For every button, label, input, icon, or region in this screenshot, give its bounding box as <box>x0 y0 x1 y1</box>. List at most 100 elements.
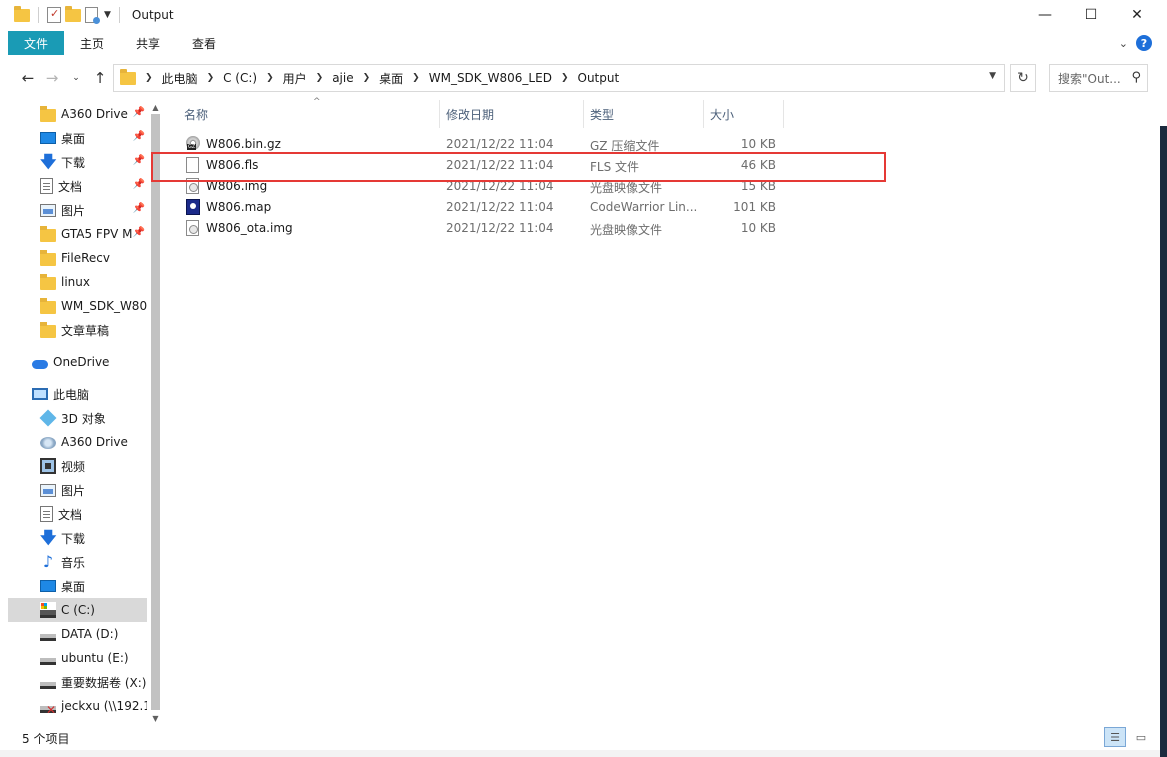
close-button[interactable]: ✕ <box>1114 0 1160 30</box>
file-row-ota-img[interactable]: W806_ota.img 2021/12/22 11:04 光盘映像文件 10 … <box>184 218 784 239</box>
music-icon: ♪ <box>42 552 54 571</box>
scroll-down-icon[interactable]: ▼ <box>148 711 163 725</box>
sidebar-item-linux[interactable]: linux <box>8 270 147 294</box>
chevron-right-icon[interactable]: ❯ <box>412 73 420 83</box>
pin-icon: 📌 <box>132 107 145 118</box>
sidebar-item-label: 文档 <box>58 179 83 194</box>
tab-home[interactable]: 主页 <box>64 31 120 55</box>
sidebar-item-c-drive[interactable]: C (C:) <box>8 598 147 622</box>
sidebar-item-desktop-pc[interactable]: 桌面 <box>8 574 147 598</box>
column-label: 名称 <box>184 107 209 122</box>
forward-button[interactable]: → <box>40 66 64 90</box>
sidebar-item-this-pc[interactable]: 此电脑 <box>8 382 147 406</box>
column-header-name[interactable]: 名称 ^ <box>178 97 440 128</box>
sidebar-item-downloads-pc[interactable]: 🡇 下载 <box>8 526 147 550</box>
scroll-thumb[interactable] <box>151 114 160 710</box>
address-dropdown-icon[interactable]: ▼ <box>989 71 996 81</box>
sidebar-item-label: linux <box>61 275 90 289</box>
tab-file[interactable]: 文件 <box>8 31 64 55</box>
sidebar-item-filerecv[interactable]: FileRecv <box>8 246 147 270</box>
new-folder-icon[interactable] <box>65 5 81 22</box>
sidebar-item-label: A360 Drive <box>61 107 128 121</box>
sidebar-item-network-drive[interactable]: jeckxu (\\192.1 <box>8 694 147 718</box>
minimize-button[interactable]: — <box>1022 0 1068 30</box>
sidebar-item-label: 下载 <box>61 155 86 170</box>
column-header-size[interactable]: 大小 <box>704 100 784 128</box>
sidebar-scrollbar[interactable]: ▲ ▼ <box>148 100 163 725</box>
address-bar[interactable]: ❯ 此电脑 ❯ C (C:) ❯ 用户 ❯ ajie ❯ 桌面 ❯ WM_SDK… <box>113 64 1005 92</box>
sidebar-item-label: OneDrive <box>53 355 110 369</box>
chevron-right-icon[interactable]: ❯ <box>363 73 371 83</box>
sidebar-item-d-drive[interactable]: DATA (D:) <box>8 622 147 646</box>
breadcrumb-desktop[interactable]: 桌面 <box>379 70 403 87</box>
sidebar-item-label: DATA (D:) <box>61 627 119 641</box>
folder-icon <box>40 321 56 338</box>
sidebar-item-music[interactable]: ♪ 音乐 <box>8 550 147 574</box>
sidebar-item-e-drive[interactable]: ubuntu (E:) <box>8 646 147 670</box>
desktop-icon <box>40 132 56 144</box>
scroll-up-icon[interactable]: ▲ <box>148 100 163 114</box>
sidebar-item-gta5-fpv[interactable]: GTA5 FPV M 📌 <box>8 222 147 246</box>
sidebar-item-drafts[interactable]: 文章草稿 <box>8 318 147 342</box>
sidebar-item-wm-sdk[interactable]: WM_SDK_W80 <box>8 294 147 318</box>
expand-ribbon-icon[interactable]: ⌄ <box>1119 37 1128 50</box>
sidebar-item-label: 文档 <box>58 507 83 522</box>
breadcrumb-ajie[interactable]: ajie <box>332 71 353 85</box>
sidebar-item-pictures-pc[interactable]: 图片 <box>8 478 147 502</box>
gz-archive-icon <box>186 136 200 150</box>
sidebar-item-documents-pc[interactable]: 文档 <box>8 502 147 526</box>
pin-icon: 📌 <box>132 179 145 190</box>
tab-share[interactable]: 共享 <box>120 31 176 55</box>
sidebar-item-label: ubuntu (E:) <box>61 651 129 665</box>
sidebar-item-documents[interactable]: 文档 📌 <box>8 174 147 198</box>
window-title: Output <box>131 8 174 22</box>
breadcrumb-output[interactable]: Output <box>578 71 620 85</box>
sidebar-item-videos[interactable]: 视频 <box>8 454 147 478</box>
chevron-right-icon[interactable]: ❯ <box>207 73 215 83</box>
file-name: W806.map <box>206 200 272 214</box>
file-name: W806.bin.gz <box>206 137 281 151</box>
refresh-button[interactable]: ↻ <box>1010 64 1036 92</box>
sidebar-item-a360-drive[interactable]: A360 Drive 📌 <box>8 102 147 126</box>
divider <box>118 7 120 23</box>
column-label: 大小 <box>710 107 735 122</box>
column-header-date[interactable]: 修改日期 <box>440 100 584 128</box>
help-icon[interactable]: ? <box>1136 35 1152 51</box>
recent-locations-chevron-icon[interactable]: ⌄ <box>64 66 88 90</box>
sidebar-item-label: 图片 <box>61 483 86 498</box>
file-row-map[interactable]: W806.map 2021/12/22 11:04 CodeWarrior Li… <box>184 197 784 218</box>
status-bar: 5 个项目 ☰ ▭ <box>0 726 1160 750</box>
new-item-icon[interactable] <box>85 7 100 24</box>
chevron-right-icon[interactable]: ❯ <box>561 73 569 83</box>
maximize-button[interactable]: ☐ <box>1068 0 1114 30</box>
sidebar-item-3d-objects[interactable]: 3D 对象 <box>8 406 147 430</box>
file-list: 名称 ^ 修改日期 类型 大小 W806.bin.gz 2021/12/22 1… <box>170 97 1130 725</box>
details-view-button[interactable]: ☰ <box>1104 727 1126 747</box>
sidebar-item-label: jeckxu (\\192.1 <box>61 699 147 713</box>
folder-icon <box>40 249 56 266</box>
sidebar-item-a360-drive-pc[interactable]: A360 Drive <box>8 430 147 454</box>
chevron-right-icon[interactable]: ❯ <box>266 73 274 83</box>
breadcrumb-this-pc[interactable]: 此电脑 <box>162 70 198 87</box>
column-header-type[interactable]: 类型 <box>584 100 704 128</box>
customize-dropdown-icon[interactable]: ▼ <box>104 10 111 20</box>
codewarrior-icon <box>186 199 200 215</box>
properties-icon[interactable] <box>47 7 61 23</box>
chevron-right-icon[interactable]: ❯ <box>316 73 324 83</box>
breadcrumb-c-drive[interactable]: C (C:) <box>223 71 257 85</box>
large-icons-view-button[interactable]: ▭ <box>1130 727 1152 747</box>
sidebar-item-onedrive[interactable]: OneDrive <box>8 350 147 374</box>
search-input[interactable]: 搜索"Out... ⚲ <box>1049 64 1148 92</box>
up-button[interactable]: ↑ <box>88 66 112 90</box>
sidebar-item-x-drive[interactable]: 重要数据卷 (X:) <box>8 670 147 694</box>
breadcrumb-sdk-folder[interactable]: WM_SDK_W806_LED <box>429 71 552 85</box>
tab-view[interactable]: 查看 <box>176 31 232 55</box>
sidebar-item-pictures[interactable]: 图片 📌 <box>8 198 147 222</box>
back-button[interactable]: ← <box>16 66 40 90</box>
column-label: 类型 <box>590 107 615 122</box>
sidebar-item-desktop[interactable]: 桌面 📌 <box>8 126 147 150</box>
sidebar-item-downloads[interactable]: 🡇 下载 📌 <box>8 150 147 174</box>
chevron-right-icon[interactable]: ❯ <box>145 73 153 83</box>
breadcrumb-users[interactable]: 用户 <box>283 70 307 87</box>
sidebar-item-label: A360 Drive <box>61 435 128 449</box>
